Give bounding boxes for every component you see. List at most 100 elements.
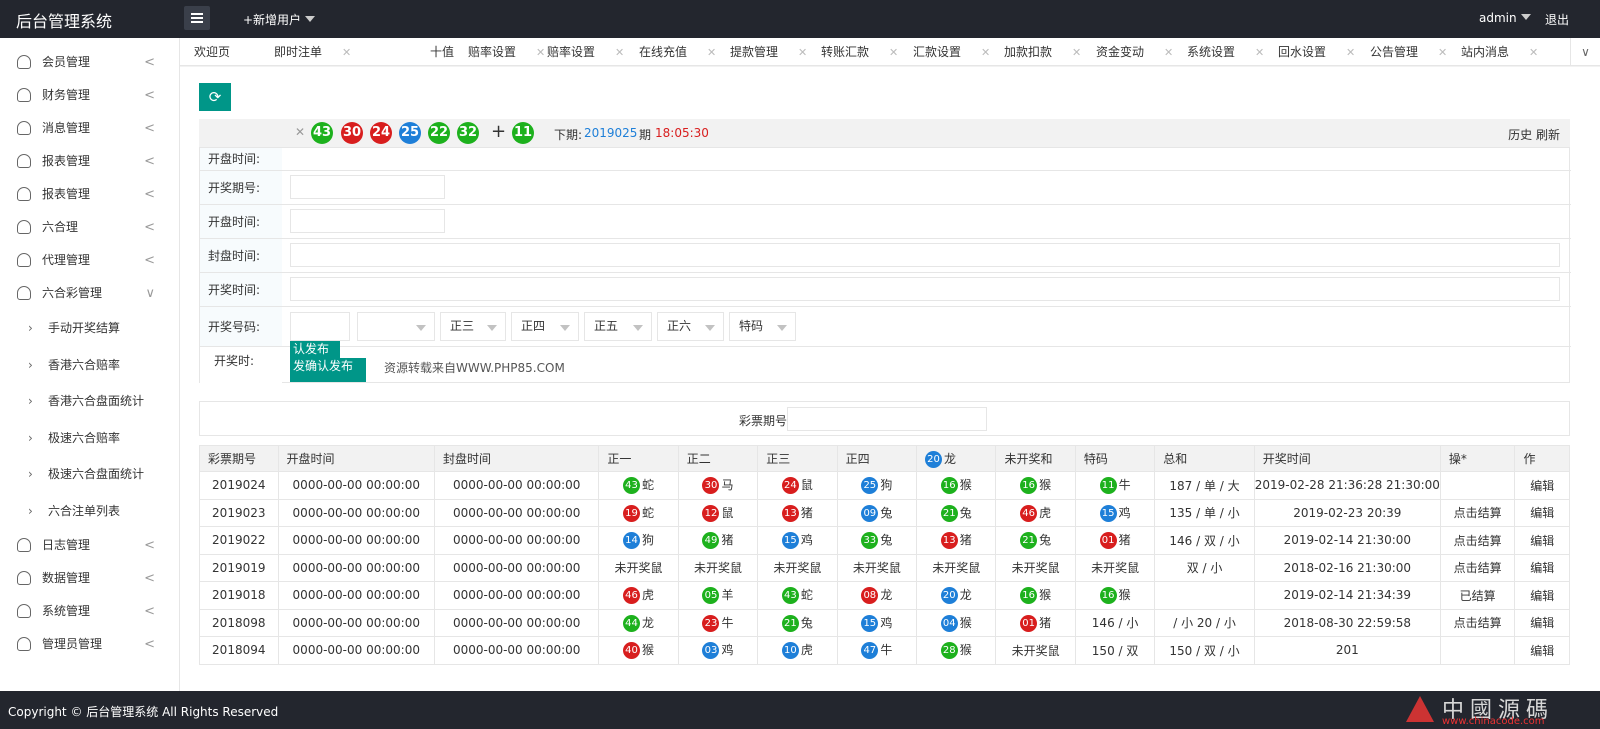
edit-link[interactable]: 编辑 (1514, 471, 1570, 500)
ball-animal: 龙 (959, 588, 972, 603)
tab-rebate-settings[interactable]: 回水设置 ✕ (1278, 38, 1355, 65)
tab-add-deduct[interactable]: 加款扣款 ✕ (1004, 38, 1081, 65)
sidebar-item-reports[interactable]: 报表管理 < (0, 145, 179, 178)
close-time-input[interactable] (290, 243, 1560, 267)
sidebar-subitem-fast-stats[interactable]: › 极速六合盘面统计 (0, 456, 179, 493)
lottery-bar: ✕ 43 30 24 25 22 32 + 11 下期: 2019025 期 1… (199, 119, 1570, 147)
tab-welcome[interactable]: 欢迎页 (194, 38, 230, 65)
ball-number: 23 (702, 614, 720, 632)
close-icon[interactable]: ✕ (889, 46, 898, 59)
sidebar-item-messages[interactable]: 消息管理 < (0, 112, 179, 145)
tab-withdraw[interactable]: 提款管理 ✕ (730, 38, 807, 65)
chevron-down-icon (705, 325, 715, 331)
tab-odds-1[interactable]: 赔率设置 ✕ (468, 38, 545, 65)
tab-remit-settings[interactable]: 汇款设置 ✕ (913, 38, 990, 65)
tab-odds-2[interactable]: 赔率设置 ✕ (547, 38, 624, 65)
settle-link[interactable]: 点击结算 (1439, 608, 1516, 637)
close-icon[interactable]: ✕ (1529, 46, 1538, 59)
special-select[interactable]: 特码 (729, 312, 796, 341)
cell-open-time: 0000-00-00 00:00:00 (277, 526, 436, 555)
sidebar-item-finance[interactable]: 财务管理 < (0, 79, 179, 112)
ball-animal: 未开奖鼠 (693, 561, 742, 576)
menu-toggle-icon[interactable] (184, 6, 210, 30)
sidebar-item-label: 数据管理 (42, 571, 91, 585)
edit-link[interactable]: 编辑 (1514, 498, 1570, 527)
sidebar-item-liuhe[interactable]: 六合理 < (0, 211, 179, 244)
cell-open-time: 0000-00-00 00:00:00 (277, 553, 436, 582)
sidebar-subitem-manual-draw[interactable]: › 手动开奖结算 (0, 310, 179, 347)
close-icon[interactable]: ✕ (798, 46, 807, 59)
edit-link[interactable]: 编辑 (1514, 553, 1570, 582)
admin-menu[interactable]: admin (1479, 11, 1531, 25)
open-time-input[interactable] (290, 209, 445, 233)
column-header: 彩票期号 (199, 445, 279, 472)
period-input[interactable] (290, 175, 445, 199)
sidebar-item-liuhecai[interactable]: 六合彩管理 ∨ (0, 277, 179, 310)
edit-link[interactable]: 编辑 (1514, 526, 1570, 555)
sidebar-subitem-hk-stats[interactable]: › 香港六合盘面统计 (0, 383, 179, 420)
sidebar-subitem-hk-odds[interactable]: › 香港六合赔率 (0, 347, 179, 384)
zheng5-select[interactable]: 正五 (584, 312, 652, 341)
close-icon[interactable]: ✕ (342, 46, 351, 59)
tab-shizhi[interactable]: 十值 (430, 38, 454, 65)
ball-animal: 猴 (959, 615, 972, 630)
sidebar-item-reports-2[interactable]: 报表管理 < (0, 178, 179, 211)
tab-online-recharge[interactable]: 在线充值 ✕ (639, 38, 716, 65)
close-icon[interactable]: ✕ (536, 46, 545, 59)
settle-link[interactable]: 点击结算 (1439, 526, 1516, 555)
sidebar-item-members[interactable]: 会员管理 < (0, 46, 179, 79)
form-label: 封盘时间: (200, 239, 282, 272)
tab-transfer[interactable]: 转账汇款 ✕ (821, 38, 898, 65)
close-icon[interactable]: ✕ (981, 46, 990, 59)
tab-site-messages[interactable]: 站内消息 ✕ (1461, 38, 1538, 65)
refresh-button[interactable]: ⟳ (199, 83, 231, 111)
close-icon[interactable]: ✕ (707, 46, 716, 59)
close-icon[interactable]: ✕ (295, 125, 305, 139)
close-icon[interactable]: ✕ (1255, 46, 1264, 59)
close-icon[interactable]: ✕ (1072, 46, 1081, 59)
cell-draw-time: 2019-02-14 21:34:39 (1253, 581, 1441, 610)
tab-more-chevron-icon[interactable]: ∨ (1570, 38, 1600, 65)
sidebar-item-data[interactable]: 数据管理 < (0, 562, 179, 595)
period-search-input[interactable] (787, 407, 987, 431)
settle-link[interactable]: 点击结算 (1439, 498, 1516, 527)
zheng4-select[interactable]: 正四 (511, 312, 579, 341)
sidebar-item-agents[interactable]: 代理管理 < (0, 244, 179, 277)
zheng6-select[interactable]: 正六 (657, 312, 724, 341)
tab-announcements[interactable]: 公告管理 ✕ (1370, 38, 1447, 65)
settle-link[interactable]: 点击结算 (1439, 553, 1516, 582)
edit-link[interactable]: 编辑 (1514, 608, 1570, 637)
close-icon[interactable]: ✕ (1438, 46, 1447, 59)
settle-link[interactable]: 已结算 (1439, 581, 1516, 610)
zheng1-select[interactable] (290, 312, 350, 341)
tab-system-settings[interactable]: 系统设置 ✕ (1187, 38, 1264, 65)
zheng2-select[interactable] (357, 312, 435, 341)
sidebar-subitem-label: 香港六合盘面统计 (48, 394, 145, 408)
ball-animal: 蛇 (642, 478, 655, 493)
sidebar-item-admins[interactable]: 管理员管理 < (0, 628, 179, 661)
form-label: 开奖时: (200, 347, 282, 383)
logout-link[interactable]: 退出 (1545, 11, 1569, 28)
close-icon[interactable]: ✕ (1346, 46, 1355, 59)
sidebar-item-system[interactable]: 系统管理 < (0, 595, 179, 628)
chevron-left-icon: < (144, 121, 155, 136)
sidebar-subitem-fast-odds[interactable]: › 极速六合赔率 (0, 420, 179, 457)
edit-link[interactable]: 编辑 (1514, 636, 1570, 665)
close-icon[interactable]: ✕ (1164, 46, 1173, 59)
history-refresh-link[interactable]: 历史 刷新 (1508, 126, 1560, 143)
confirm-publish-button[interactable]: 发确认发布 (290, 358, 366, 382)
edit-link[interactable]: 编辑 (1514, 581, 1570, 610)
add-user-menu[interactable]: +新增用户 (243, 11, 316, 28)
draw-time-input[interactable] (290, 277, 1560, 301)
chevron-down-icon: ∨ (145, 286, 155, 301)
close-icon[interactable]: ✕ (615, 46, 624, 59)
tab-label: 汇款设置 (913, 45, 962, 59)
ball-animal: 虎 (1039, 505, 1052, 520)
zheng3-select[interactable]: 正三 (440, 312, 506, 341)
confirm-button[interactable]: 认发布 (290, 341, 340, 358)
sidebar-subitem-bets[interactable]: › 六合注单列表 (0, 493, 179, 530)
tab-fund-change[interactable]: 资金变动 ✕ (1096, 38, 1173, 65)
sidebar-item-logs[interactable]: 日志管理 < (0, 529, 179, 562)
tab-live-bets[interactable]: 即时注单 ✕ (274, 38, 351, 65)
cell-ball: 12 鼠 (677, 498, 759, 527)
